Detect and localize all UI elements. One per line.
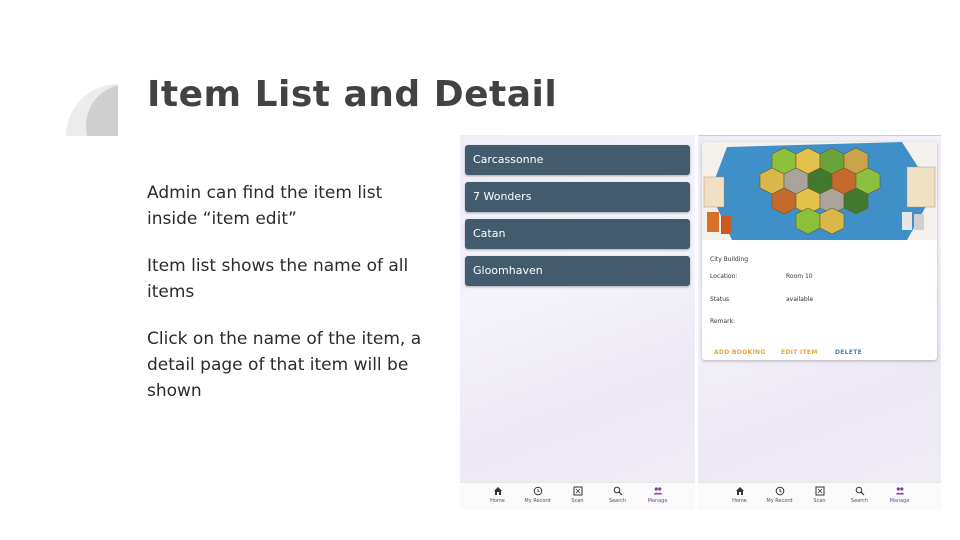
bottom-nav: Home My Record Scan Search Manage	[460, 482, 695, 510]
home-icon	[493, 487, 502, 495]
nav-home[interactable]: Home	[726, 486, 754, 510]
decorative-corner-shape	[66, 84, 118, 136]
nav-scan[interactable]: Scan	[564, 486, 592, 510]
remark-label: Remark:	[710, 318, 736, 325]
delete-button[interactable]: DELETE	[835, 349, 862, 356]
scan-icon	[573, 486, 582, 496]
nav-search[interactable]: Search	[846, 486, 874, 510]
bottom-nav: Home My Record Scan Search Manage	[698, 482, 941, 510]
bullet-item: Admin can find the item list inside “ite…	[147, 183, 383, 229]
add-booking-button[interactable]: ADD BOOKING	[714, 349, 766, 356]
item-card-carcassonne[interactable]: Carcassonne	[465, 145, 690, 175]
people-icon	[895, 487, 904, 495]
nav-scan[interactable]: Scan	[806, 486, 834, 510]
board-game-photo	[702, 142, 937, 240]
nav-label: My Record	[524, 498, 551, 504]
location-label: Location:	[710, 273, 738, 280]
nav-label: Search	[850, 498, 869, 504]
item-detail-screenshot: City Building Location: Room 10 Status a…	[698, 135, 941, 510]
bullet-list: Admin can find the item list inside “ite…	[147, 180, 437, 425]
home-icon	[735, 487, 744, 495]
nav-label: Scan	[571, 498, 584, 504]
history-icon	[533, 486, 542, 496]
history-icon	[775, 486, 784, 496]
bullet-item: Item list shows the name of all items	[147, 256, 409, 302]
item-card-7-wonders[interactable]: 7 Wonders	[465, 182, 690, 212]
item-name: City Building	[710, 256, 749, 263]
item-detail-card: City Building Location: Room 10 Status a…	[702, 142, 937, 360]
search-icon	[613, 486, 622, 496]
nav-my-record[interactable]: My Record	[766, 486, 794, 510]
nav-label: Search	[608, 498, 627, 504]
nav-label: Manage	[889, 498, 910, 504]
nav-label: My Record	[766, 498, 793, 504]
search-icon	[855, 486, 864, 496]
status-label: Status	[710, 296, 730, 303]
item-card-gloomhaven[interactable]: Gloomhaven	[465, 256, 690, 286]
status-value: available	[786, 296, 814, 303]
nav-my-record[interactable]: My Record	[524, 486, 552, 510]
nav-search[interactable]: Search	[604, 486, 632, 510]
bullet-item: Click on the name of the item, a detail …	[147, 329, 422, 401]
people-icon	[653, 487, 662, 495]
scan-icon	[815, 486, 824, 496]
nav-label: Scan	[813, 498, 826, 504]
nav-manage[interactable]: Manage	[886, 486, 914, 510]
nav-label: Home	[732, 498, 747, 504]
location-value: Room 10	[786, 273, 813, 280]
nav-label: Manage	[647, 498, 668, 504]
item-list-screenshot: Carcassonne 7 Wonders Catan Gloomhaven H…	[460, 135, 695, 510]
nav-home[interactable]: Home	[484, 486, 512, 510]
edit-item-button[interactable]: EDIT ITEM	[781, 349, 818, 356]
slide-title: Item List and Detail	[147, 74, 558, 115]
nav-label: Home	[490, 498, 505, 504]
nav-manage[interactable]: Manage	[644, 486, 672, 510]
item-card-catan[interactable]: Catan	[465, 219, 690, 249]
